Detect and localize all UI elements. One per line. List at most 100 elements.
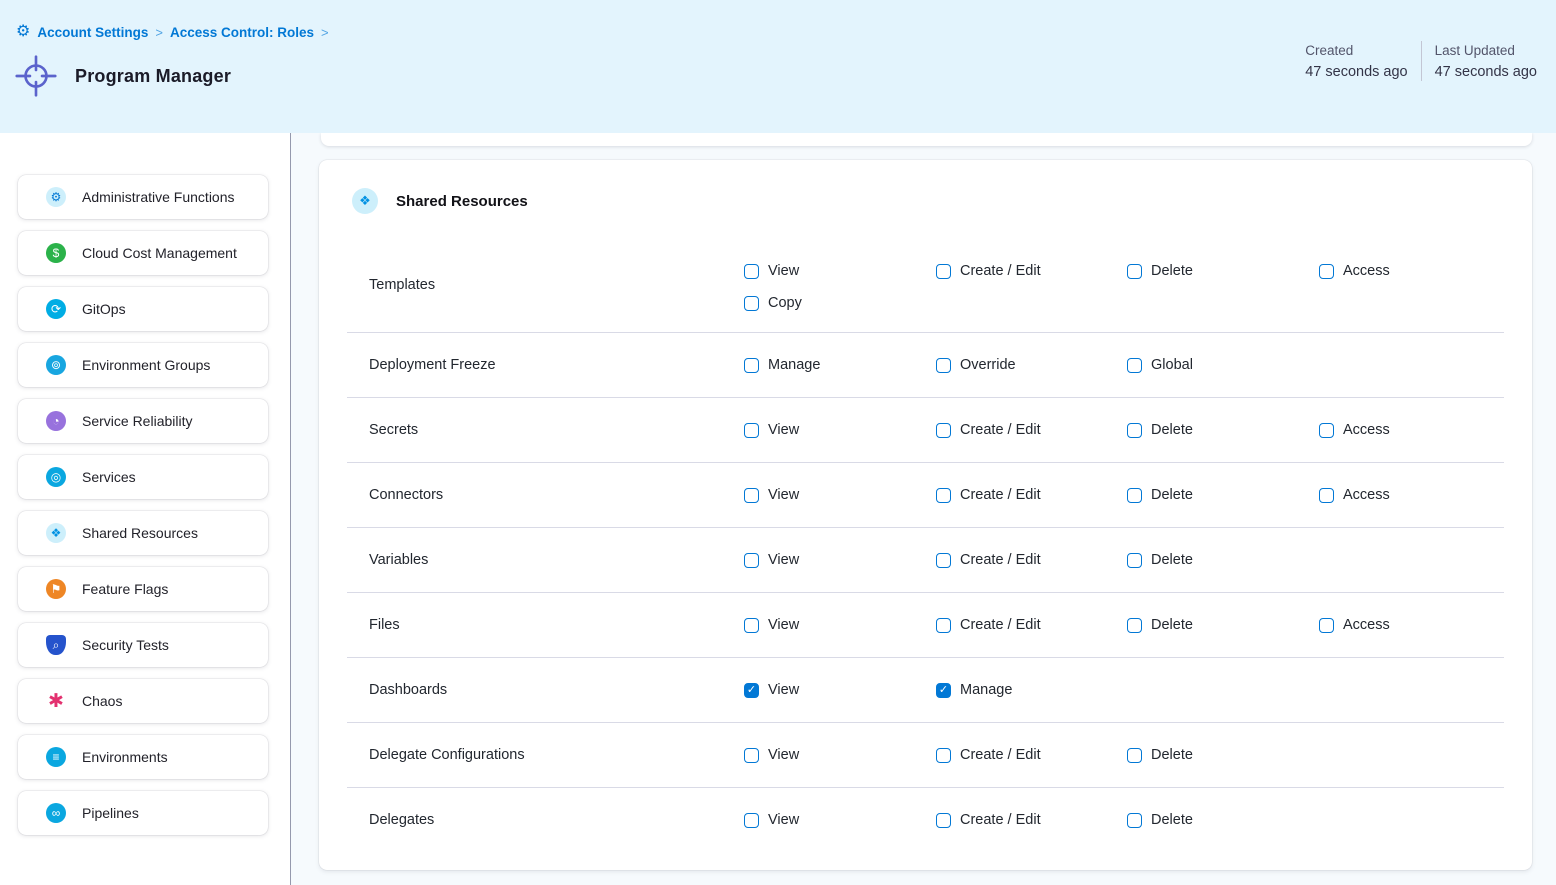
checkbox-dashboards-view[interactable] [744, 683, 759, 698]
checkbox-templates-copy[interactable] [744, 296, 759, 311]
sidebar-item-chaos[interactable]: ✱ Chaos [18, 679, 268, 723]
permission-connectors-create-edit[interactable]: Create / Edit [936, 487, 1127, 503]
permission-variables-create-edit[interactable]: Create / Edit [936, 552, 1127, 568]
permission-deployment-freeze-override[interactable]: Override [936, 357, 1127, 373]
permission-delegate-configurations-create-edit[interactable]: Create / Edit [936, 747, 1127, 763]
sidebar-item-environments[interactable]: ≡ Environments [18, 735, 268, 779]
permission-templates-create-edit[interactable]: Create / Edit [936, 263, 1127, 279]
checkbox-secrets-create-edit[interactable] [936, 423, 951, 438]
sidebar-item-administrative-functions[interactable]: ⚙ Administrative Functions [18, 175, 268, 219]
checkbox-secrets-view[interactable] [744, 423, 759, 438]
shared-resources-icon: ❖ [352, 188, 378, 214]
permission-secrets-delete[interactable]: Delete [1127, 422, 1319, 438]
previous-card-tail [321, 133, 1532, 146]
checkbox-connectors-delete[interactable] [1127, 488, 1142, 503]
permission-label: Global [1151, 357, 1193, 373]
permission-files-view[interactable]: View [744, 617, 936, 633]
permission-secrets-access[interactable]: Access [1319, 422, 1504, 438]
permission-deployment-freeze-manage[interactable]: Manage [744, 357, 936, 373]
permission-delegate-configurations-view[interactable]: View [744, 747, 936, 763]
checkbox-files-create-edit[interactable] [936, 618, 951, 633]
permission-delegates-create-edit[interactable]: Create / Edit [936, 812, 1127, 828]
breadcrumb-access-control-roles[interactable]: Access Control: Roles [170, 25, 314, 40]
permission-dashboards-view[interactable]: View [744, 682, 936, 698]
checkbox-deployment-freeze-override[interactable] [936, 358, 951, 373]
permission-deployment-freeze-global[interactable]: Global [1127, 357, 1319, 373]
checkbox-delegate-configurations-view[interactable] [744, 748, 759, 763]
permission-secrets-create-edit[interactable]: Create / Edit [936, 422, 1127, 438]
permission-connectors-delete[interactable]: Delete [1127, 487, 1319, 503]
permission-files-create-edit[interactable]: Create / Edit [936, 617, 1127, 633]
permission-templates-copy[interactable]: Copy [744, 295, 936, 311]
sidebar-item-gitops[interactable]: ⟳ GitOps [18, 287, 268, 331]
sidebar-item-shared-resources[interactable]: ❖ Shared Resources [18, 511, 268, 555]
resource-row-delegate-configurations: Delegate Configurations View Create / Ed… [347, 722, 1504, 787]
permission-label: Delete [1151, 487, 1193, 503]
checkbox-files-view[interactable] [744, 618, 759, 633]
checkbox-connectors-view[interactable] [744, 488, 759, 503]
created-label: Created [1305, 43, 1407, 58]
checkbox-variables-delete[interactable] [1127, 553, 1142, 568]
permission-delegates-view[interactable]: View [744, 812, 936, 828]
checkbox-secrets-access[interactable] [1319, 423, 1334, 438]
permission-label: Create / Edit [960, 487, 1041, 503]
permission-connectors-view[interactable]: View [744, 487, 936, 503]
resource-row-connectors: Connectors View Create / Edit Delete Acc… [347, 462, 1504, 527]
checkbox-dashboards-manage[interactable] [936, 683, 951, 698]
permission-variables-view[interactable]: View [744, 552, 936, 568]
sidebar-item-service-reliability[interactable]: ◔ Service Reliability [18, 399, 268, 443]
permission-templates-view[interactable]: View [744, 263, 936, 279]
permission-variables-delete[interactable]: Delete [1127, 552, 1319, 568]
checkbox-templates-view[interactable] [744, 264, 759, 279]
checkbox-templates-access[interactable] [1319, 264, 1334, 279]
gitops-icon: ⟳ [46, 299, 66, 319]
crosshair-role-icon [14, 54, 58, 98]
sidebar-item-label: Chaos [82, 693, 122, 709]
sidebar-item-feature-flags[interactable]: ⚑ Feature Flags [18, 567, 268, 611]
sidebar-item-security-tests[interactable]: ⌕ Security Tests [18, 623, 268, 667]
sidebar-item-services[interactable]: ◎ Services [18, 455, 268, 499]
created-value: 47 seconds ago [1305, 64, 1407, 80]
permission-files-delete[interactable]: Delete [1127, 617, 1319, 633]
checkbox-templates-delete[interactable] [1127, 264, 1142, 279]
checkbox-delegates-create-edit[interactable] [936, 813, 951, 828]
checkbox-variables-create-edit[interactable] [936, 553, 951, 568]
breadcrumb-separator: > [321, 25, 329, 40]
checkbox-deployment-freeze-global[interactable] [1127, 358, 1142, 373]
checkbox-files-access[interactable] [1319, 618, 1334, 633]
resource-row-deployment-freeze: Deployment Freeze Manage Override Global [347, 332, 1504, 397]
permission-delegates-delete[interactable]: Delete [1127, 812, 1319, 828]
checkbox-connectors-create-edit[interactable] [936, 488, 951, 503]
sidebar-item-environment-groups[interactable]: ⊚ Environment Groups [18, 343, 268, 387]
resource-name: Delegate Configurations [347, 747, 744, 763]
permission-files-access[interactable]: Access [1319, 617, 1504, 633]
checkbox-delegates-view[interactable] [744, 813, 759, 828]
permission-delegate-configurations-delete[interactable]: Delete [1127, 747, 1319, 763]
checkbox-variables-view[interactable] [744, 553, 759, 568]
permission-label: View [768, 487, 799, 503]
sidebar-item-pipelines[interactable]: ∞ Pipelines [18, 791, 268, 835]
checkbox-connectors-access[interactable] [1319, 488, 1334, 503]
permission-templates-access[interactable]: Access [1319, 263, 1504, 279]
resource-row-files: Files View Create / Edit Delete Access [347, 592, 1504, 657]
chaos-icon: ✱ [46, 691, 66, 711]
permission-secrets-view[interactable]: View [744, 422, 936, 438]
permission-dashboards-manage[interactable]: Manage [936, 682, 1127, 698]
sidebar-item-cloud-cost-management[interactable]: $ Cloud Cost Management [18, 231, 268, 275]
checkbox-delegate-configurations-create-edit[interactable] [936, 748, 951, 763]
breadcrumb-account-settings[interactable]: Account Settings [37, 25, 148, 40]
permission-templates-delete[interactable]: Delete [1127, 263, 1319, 279]
checkbox-templates-create-edit[interactable] [936, 264, 951, 279]
checkbox-deployment-freeze-manage[interactable] [744, 358, 759, 373]
sidebar-item-label: Cloud Cost Management [82, 245, 237, 261]
checkbox-delegate-configurations-delete[interactable] [1127, 748, 1142, 763]
permission-connectors-access[interactable]: Access [1319, 487, 1504, 503]
checkbox-files-delete[interactable] [1127, 618, 1142, 633]
permission-label: View [768, 812, 799, 828]
permission-label: Create / Edit [960, 263, 1041, 279]
permission-label: Copy [768, 295, 802, 311]
checkbox-secrets-delete[interactable] [1127, 423, 1142, 438]
permission-label: View [768, 617, 799, 633]
resource-name: Deployment Freeze [347, 357, 744, 373]
checkbox-delegates-delete[interactable] [1127, 813, 1142, 828]
